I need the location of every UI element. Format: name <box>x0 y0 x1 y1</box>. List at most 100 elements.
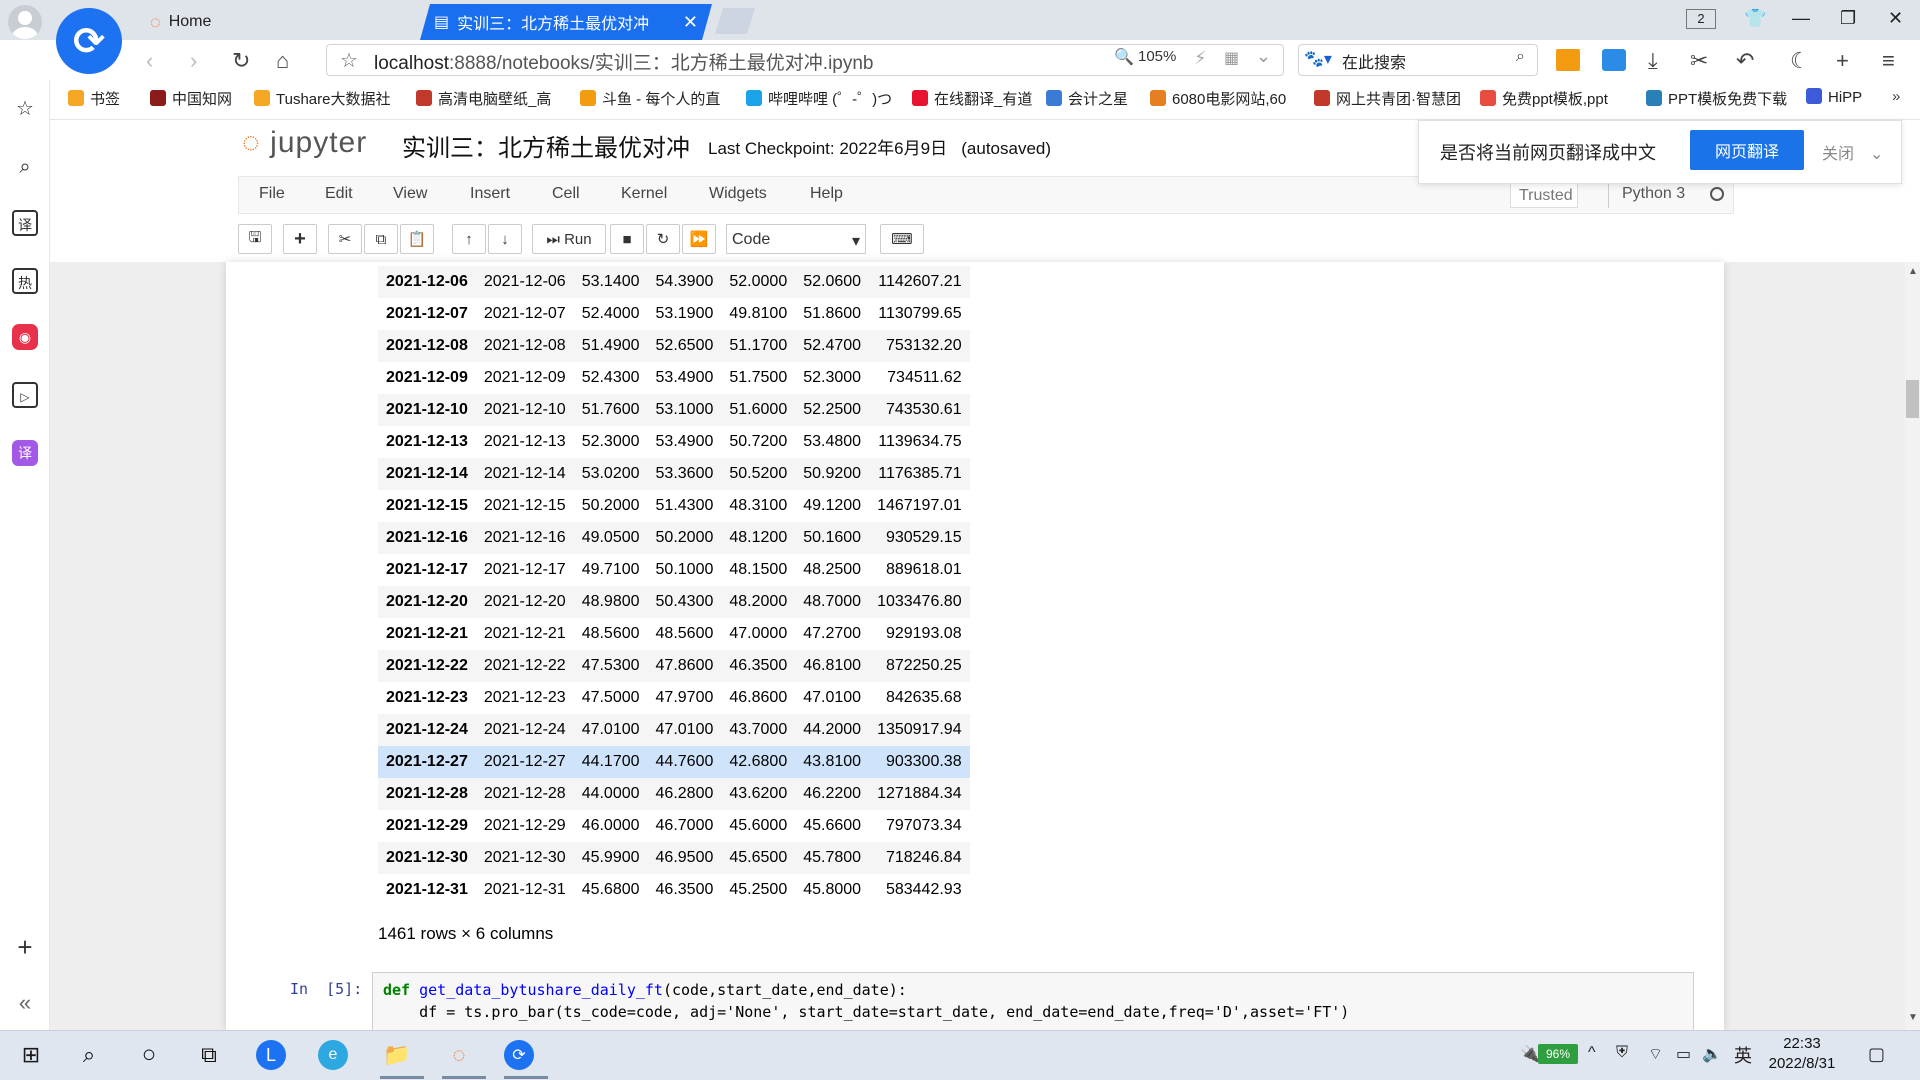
scroll-up-icon[interactable]: ▲ <box>1908 266 1918 277</box>
night-mode-icon[interactable]: ☾ <box>1790 48 1810 74</box>
weibo-icon[interactable]: ◉ <box>12 324 38 350</box>
jupyter-app-icon[interactable]: ◌ <box>442 1038 476 1072</box>
wifi-icon[interactable]: ⌔ <box>1648 1044 1663 1064</box>
bookmark-item[interactable]: 哔哩哔哩 (゜-゜)つ <box>746 88 892 109</box>
lenovo-app-icon[interactable]: L <box>256 1040 286 1070</box>
tab-home[interactable]: ◌ Home <box>136 4 416 40</box>
extension-orange-icon[interactable] <box>1556 49 1580 71</box>
restart-icon[interactable]: ↻ <box>646 224 680 254</box>
menu-file[interactable]: File <box>259 185 285 203</box>
task-view-icon[interactable]: ⧉ <box>192 1038 226 1072</box>
insert-cell-icon[interactable]: + <box>283 224 317 254</box>
search-icon[interactable]: ⌕ <box>72 1038 106 1072</box>
download-icon[interactable]: ⤓ <box>1648 48 1658 74</box>
extension-blue-icon[interactable] <box>1602 49 1626 71</box>
show-hidden-icons[interactable]: ^ <box>1588 1044 1596 1062</box>
bookmark-item[interactable]: 免费ppt模板,ppt <box>1480 88 1608 109</box>
file-explorer-icon[interactable]: 📁 <box>380 1038 414 1072</box>
bookmark-star-icon[interactable]: ☆ <box>340 48 358 73</box>
menu-kernel[interactable]: Kernel <box>621 185 667 203</box>
browser-logo-icon[interactable]: ⟳ <box>56 8 122 74</box>
chevron-down-icon[interactable]: ⌄ <box>1256 46 1271 67</box>
menu-view[interactable]: View <box>393 185 427 203</box>
power-plug-icon[interactable]: 🔌 <box>1520 1044 1540 1064</box>
forward-icon[interactable]: › <box>190 48 197 74</box>
cortana-icon[interactable]: ○ <box>132 1038 166 1072</box>
close-window-icon[interactable]: ✕ <box>1888 8 1903 29</box>
notebook-title[interactable]: 实训三：北方稀土最优对冲 <box>402 128 690 163</box>
scroll-down-icon[interactable]: ▼ <box>1908 1012 1918 1023</box>
back-icon[interactable]: ‹ <box>146 48 153 74</box>
move-down-icon[interactable]: ↓ <box>488 224 522 254</box>
hot-icon[interactable]: 热 <box>12 268 38 294</box>
cell-type-select[interactable]: Code ▾ <box>726 224 866 254</box>
save-icon[interactable]: 🖫 <box>238 224 272 254</box>
edge-browser-icon[interactable]: e <box>318 1040 348 1070</box>
scrollbar-thumb[interactable] <box>1906 380 1919 418</box>
cut-icon[interactable]: ✂ <box>328 224 362 254</box>
clock[interactable]: 22:33 2022/8/31 <box>1752 1034 1852 1074</box>
paste-icon[interactable]: 📋 <box>400 224 434 254</box>
battery-icon[interactable]: ▭ <box>1676 1044 1691 1064</box>
bookmark-item[interactable]: 网上共青团·智慧团 <box>1314 88 1461 109</box>
collapse-sidebar-icon[interactable]: « <box>12 990 38 1016</box>
search-box[interactable] <box>1298 44 1538 76</box>
video-icon[interactable]: ▷ <box>12 382 38 408</box>
command-palette-icon[interactable]: ⌨ <box>880 224 924 254</box>
notification-icon[interactable]: ▢ <box>1868 1044 1885 1065</box>
new-tab-plus-icon[interactable]: + <box>1836 48 1849 74</box>
qr-code-icon[interactable]: ▦ <box>1224 48 1239 68</box>
windows-start-icon[interactable]: ⊞ <box>14 1038 48 1072</box>
jupyter-logo[interactable]: ◌ jupyter <box>242 126 367 160</box>
menu-help[interactable]: Help <box>810 185 843 203</box>
translate-close-button[interactable]: 关闭 ⌄ <box>1822 140 1883 164</box>
ime-indicator[interactable]: 英 <box>1734 1042 1752 1068</box>
favorites-star-icon[interactable]: ☆ <box>12 96 38 122</box>
tab-notebook[interactable]: ▤ 实训三：北方稀土最优对冲 ✕ <box>420 4 712 40</box>
reload-icon[interactable]: ↻ <box>232 48 250 74</box>
minimize-icon[interactable]: — <box>1792 8 1810 29</box>
bookmark-item[interactable]: 书签 <box>68 88 120 109</box>
menu-insert[interactable]: Insert <box>470 185 510 203</box>
bookmark-item[interactable]: 会计之星 <box>1046 88 1128 109</box>
bookmark-item[interactable]: 中国知网 <box>150 88 232 109</box>
bookmark-item[interactable]: PPT模板免费下载 <box>1646 88 1787 109</box>
menu-icon[interactable]: ≡ <box>1882 48 1895 74</box>
menu-cell[interactable]: Cell <box>552 185 580 203</box>
more-bookmarks-icon[interactable]: » <box>1892 88 1900 105</box>
interrupt-icon[interactable]: ■ <box>610 224 644 254</box>
url-text[interactable]: localhost:8888/notebooks/实训三：北方稀土最优对冲.ip… <box>374 48 874 75</box>
battery-indicator[interactable]: 96% <box>1538 1044 1578 1064</box>
trusted-indicator[interactable]: Trusted <box>1510 182 1578 208</box>
kernel-name[interactable]: Python 3 <box>1622 185 1685 203</box>
bookmark-item[interactable]: Tushare大数据社 <box>254 88 390 109</box>
undo-icon[interactable]: ↶ <box>1736 48 1754 74</box>
maximize-icon[interactable]: ❐ <box>1840 8 1856 29</box>
search-icon[interactable]: ⌕ <box>12 154 38 180</box>
add-sidebar-icon[interactable]: + <box>12 934 38 960</box>
copy-icon[interactable]: ⧉ <box>364 224 398 254</box>
code-cell[interactable]: def get_data_bytushare_daily_ft(code,sta… <box>372 972 1694 1032</box>
search-engine-icon[interactable]: 🐾▾ <box>1304 49 1332 69</box>
user-avatar[interactable] <box>8 5 42 39</box>
search-icon[interactable]: ⌕ <box>1516 48 1525 66</box>
bookmark-item[interactable]: 在线翻译_有道 <box>912 88 1032 109</box>
move-up-icon[interactable]: ↑ <box>452 224 486 254</box>
screenshot-icon[interactable]: ✂ <box>1690 48 1708 74</box>
bookmark-item[interactable]: 斗鱼 - 每个人的直 <box>580 88 720 109</box>
security-icon[interactable]: ⛨ <box>1616 1044 1628 1062</box>
bookmark-item[interactable]: 高清电脑壁纸_高 <box>416 88 551 109</box>
restart-run-all-icon[interactable]: ⏩ <box>682 224 716 254</box>
close-tab-icon[interactable]: ✕ <box>683 12 698 33</box>
browser-app-icon[interactable]: ⟳ <box>504 1040 534 1070</box>
bookmark-item[interactable]: HiPP <box>1806 88 1862 106</box>
zoom-icon[interactable]: 🔍 <box>1114 47 1134 67</box>
menu-widgets[interactable]: Widgets <box>709 185 767 203</box>
purple-translate-icon[interactable]: 译 <box>12 440 38 466</box>
zoom-level[interactable]: 105% <box>1138 48 1176 65</box>
speed-mode-icon[interactable]: ⚡ <box>1194 48 1207 69</box>
vertical-scrollbar[interactable] <box>1905 262 1920 1030</box>
menu-edit[interactable]: Edit <box>325 185 353 203</box>
search-input[interactable]: 在此搜索 <box>1342 49 1406 73</box>
translate-page-button[interactable]: 网页翻译 <box>1690 130 1804 170</box>
